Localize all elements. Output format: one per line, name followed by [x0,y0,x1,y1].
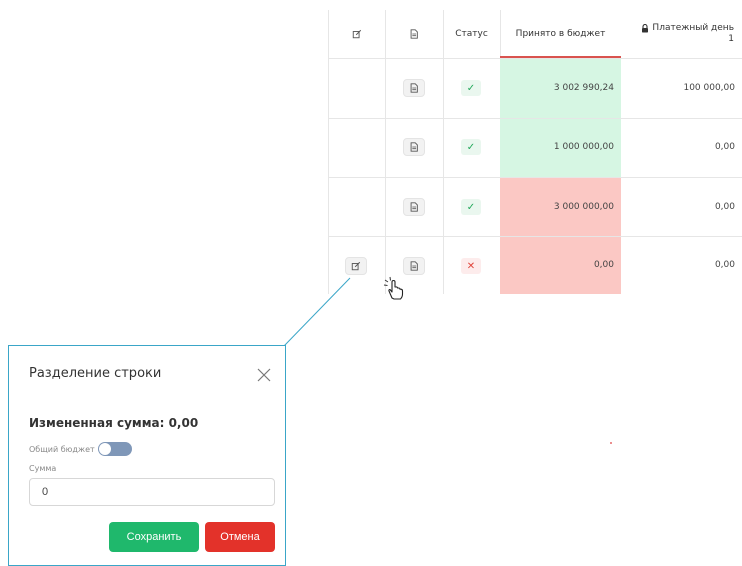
payday-value: 0,00 [714,260,735,270]
document-icon [410,142,418,152]
edit-row-button[interactable] [345,257,367,275]
payday-value: 0,00 [714,202,735,212]
status-badge: ✓ [461,199,481,215]
sum-field-label: Сумма [29,464,57,473]
budget-value: 0,00 [593,260,614,270]
header-payday[interactable]: Платежный день 1 [621,10,742,58]
payday-value: 100 000,00 [683,83,735,93]
decorative-dot [610,442,612,444]
budget-table: Статус Принято в бюджет Платежный день 1… [328,10,742,294]
close-icon[interactable] [255,366,273,384]
cancel-button[interactable]: Отмена [205,522,275,552]
hand-cursor-icon [383,276,404,300]
total-budget-toggle-row: Общий бюджет [29,442,132,456]
budget-value: 3 002 990,24 [553,83,614,93]
header-edit [328,10,385,58]
total-budget-toggle[interactable] [97,442,132,456]
document-button[interactable] [403,79,425,97]
dialog-title: Разделение строки [29,366,162,381]
document-button[interactable] [403,257,425,275]
budget-value: 3 000 000,00 [553,202,614,212]
status-badge: ✓ [461,80,481,96]
toggle-label: Общий бюджет [29,444,95,454]
budget-value: 1 000 000,00 [553,142,614,152]
header-budget[interactable]: Принято в бюджет [500,10,621,58]
status-badge: ✓ [461,139,481,155]
document-icon [410,83,418,93]
toggle-knob [98,443,111,455]
document-icon [410,261,418,271]
header-payday-number: 1 [728,34,734,44]
header-payday-label: Платежный день [652,23,734,33]
header-document [385,10,443,58]
edit-icon [352,29,361,39]
sum-input[interactable] [29,478,275,506]
split-row-dialog: Разделение строки Измененная сумма: 0,00… [8,345,286,566]
header-status[interactable]: Статус [443,10,500,58]
document-button[interactable] [403,198,425,216]
status-badge: ✕ [461,258,481,274]
document-icon [410,29,418,39]
payday-value: 0,00 [714,142,735,152]
save-button[interactable]: Сохранить [109,522,199,552]
lock-icon [642,24,649,33]
changed-sum-text: Измененная сумма: 0,00 [29,416,199,430]
document-button[interactable] [403,138,425,156]
document-icon [410,202,418,212]
header-budget-underline [500,56,621,58]
edit-icon [351,261,361,271]
